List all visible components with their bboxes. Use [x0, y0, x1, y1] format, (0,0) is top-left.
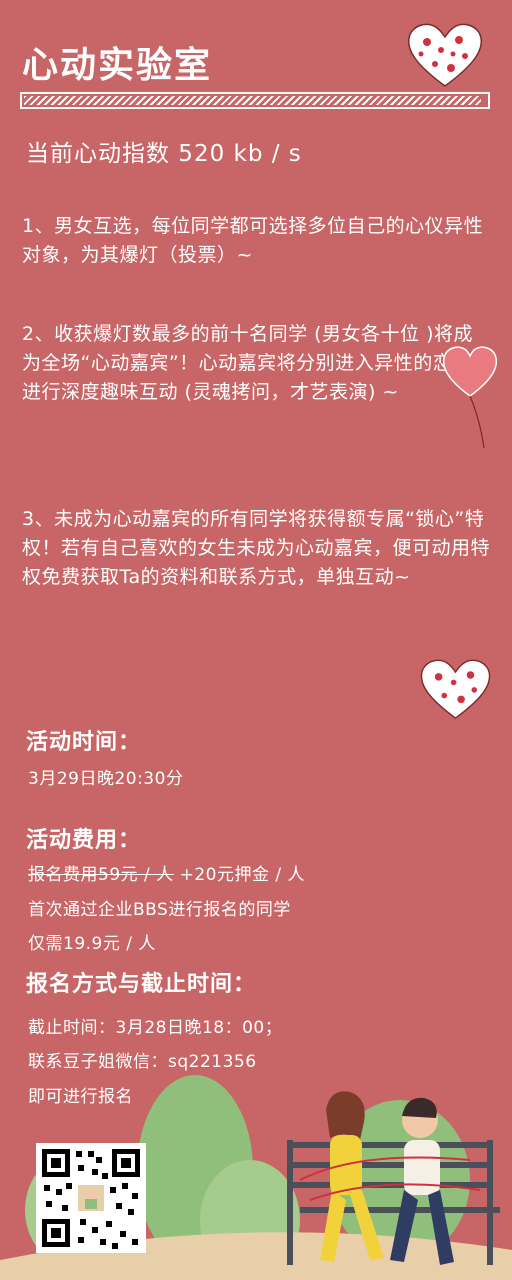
signup-contact: 联系豆子姐微信：sq221356: [28, 1052, 257, 1072]
page-title: 心动实验室: [22, 45, 213, 86]
heart-decoration-top: [407, 23, 483, 87]
progress-fill: [24, 96, 482, 105]
signup-heading: 报名方式与截止时间：: [26, 972, 257, 997]
heartbeat-index: 当前心动指数 520 kb / s: [26, 141, 302, 167]
rule-1: 1、男女互选，每位同学都可选择多位自己的心仪异性对象，为其爆灯（投票）~: [22, 215, 484, 266]
time-heading: 活动时间：: [26, 730, 142, 755]
qr-code[interactable]: [36, 1143, 146, 1253]
qr-code-icon: [42, 1149, 140, 1249]
heart-decoration-middle: [420, 659, 491, 719]
signup-action: 即可进行报名: [28, 1087, 133, 1107]
rule-2: 2、收获爆灯数最多的前十名同学 (男女各十位 )将成为全场“心动嘉宾”！心动嘉宾…: [22, 323, 492, 403]
fee-line: 报名费用59元 / 人 +20元押金 / 人: [28, 860, 305, 885]
fee-heading: 活动费用：: [26, 828, 142, 853]
progress-bar: [20, 92, 490, 109]
fee-original-price: 报名费用59元 / 人: [28, 865, 174, 885]
poster: 心动实验室 当前心动指数 520 kb / s 1、男女互选，每位同学都可选择多…: [0, 0, 512, 1280]
fee-note-2: 仅需19.9元 / 人: [28, 934, 156, 954]
signup-deadline: 截止时间：3月28日晚18：00；: [28, 1018, 283, 1038]
fee-note-1: 首次通过企业BBS进行报名的同学: [28, 900, 291, 920]
rule-3: 3、未成为心动嘉宾的所有同学将获得额专属“锁心”特权！若有自己喜欢的女生未成为心…: [22, 508, 491, 588]
fee-deposit: +20元押金 / 人: [173, 865, 305, 885]
time-value: 3月29日晚20:30分: [28, 769, 184, 789]
